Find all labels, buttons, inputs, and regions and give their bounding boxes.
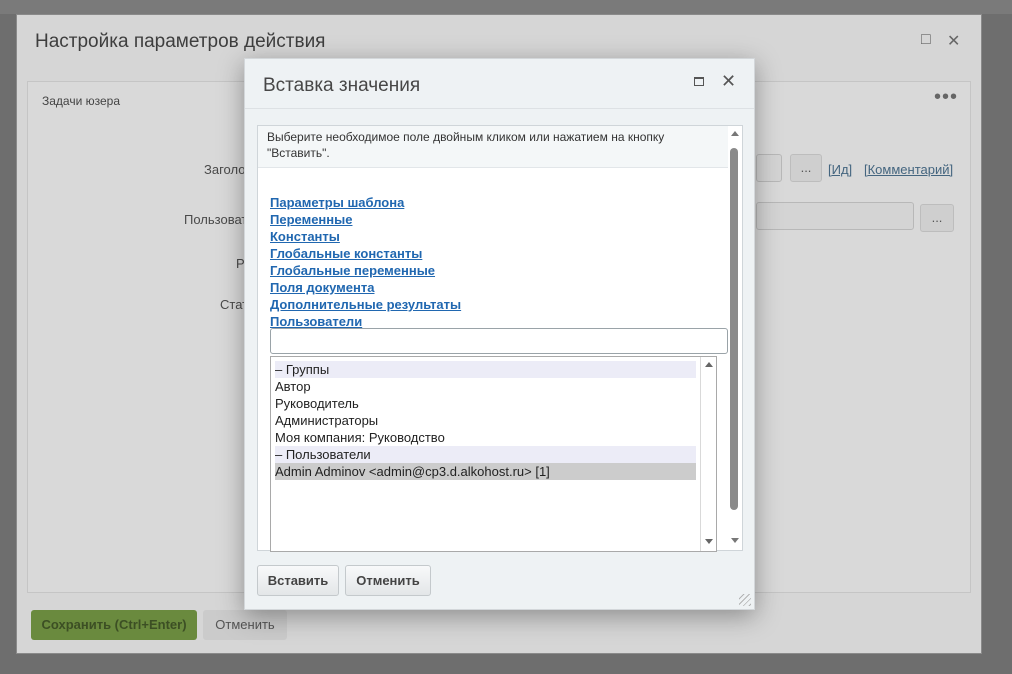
field-label-title: Заголо [204,162,246,177]
more-dots-icon[interactable]: ••• [934,86,958,109]
link-additional-results[interactable]: Дополнительные результаты [270,296,461,313]
top-navigation [0,0,1012,14]
user-search-input[interactable] [270,328,728,354]
field-chooser: Выберите необходимое поле двойным кликом… [257,125,743,552]
user-input[interactable] [756,202,914,230]
title-input[interactable] [756,154,782,182]
close-icon[interactable]: ✕ [947,31,960,51]
cancel-button[interactable]: Отменить [203,610,287,640]
panel-title: Задачи юзера [42,94,121,108]
link-template-parameters[interactable]: Параметры шаблона [270,194,461,211]
scroll-up-icon[interactable] [731,131,739,136]
dialog-title: Вставка значения [263,75,421,96]
field-label-user: Пользоват [184,212,248,227]
list-item[interactable]: Администраторы [275,412,696,429]
link-global-variables[interactable]: Глобальные переменные [270,262,461,279]
resize-grip-icon[interactable] [739,594,751,606]
cancel-button[interactable]: Отменить [345,565,431,596]
close-icon[interactable]: ✕ [721,71,736,91]
insert-value-dialog: Вставка значения ✕ Выберите необходимое … [244,58,755,610]
dialog-header: Вставка значения ✕ [245,59,754,109]
list-item[interactable]: Автор [275,378,696,395]
scroll-down-icon[interactable] [705,539,713,544]
list-group-header: – Группы [275,361,696,378]
comment-link[interactable]: [Комментарий] [864,162,953,177]
listbox-scrollbar[interactable] [700,357,716,551]
link-constants[interactable]: Константы [270,228,461,245]
content-scrollbar[interactable] [728,126,742,550]
list-group-header: – Пользователи [275,446,696,463]
id-link[interactable]: [Ид] [828,162,852,177]
link-variables[interactable]: Переменные [270,211,461,228]
scroll-down-icon[interactable] [731,538,739,543]
save-button[interactable]: Сохранить (Ctrl+Enter) [31,610,197,640]
maximize-icon[interactable] [694,77,704,86]
list-item[interactable]: Руководитель [275,395,696,412]
instruction-text: Выберите необходимое поле двойным кликом… [258,126,728,168]
dialog-title: Настройка параметров действия [35,31,326,52]
maximize-icon[interactable]: □ [921,31,931,49]
scroll-up-icon[interactable] [705,362,713,367]
link-global-constants[interactable]: Глобальные константы [270,245,461,262]
users-listbox[interactable]: – Группы Автор Руководитель Администрато… [270,356,717,552]
list-item-selected[interactable]: Admin Adminov <admin@cp3.d.alkohost.ru> … [275,463,696,480]
title-browse-button[interactable]: ... [790,154,822,182]
user-browse-button[interactable]: ... [920,204,954,232]
insert-button[interactable]: Вставить [257,565,339,596]
category-links: Параметры шаблона Переменные Константы Г… [270,194,461,330]
scrollbar-thumb[interactable] [730,148,738,510]
list-item[interactable]: Моя компания: Руководство [275,429,696,446]
link-document-fields[interactable]: Поля документа [270,279,461,296]
